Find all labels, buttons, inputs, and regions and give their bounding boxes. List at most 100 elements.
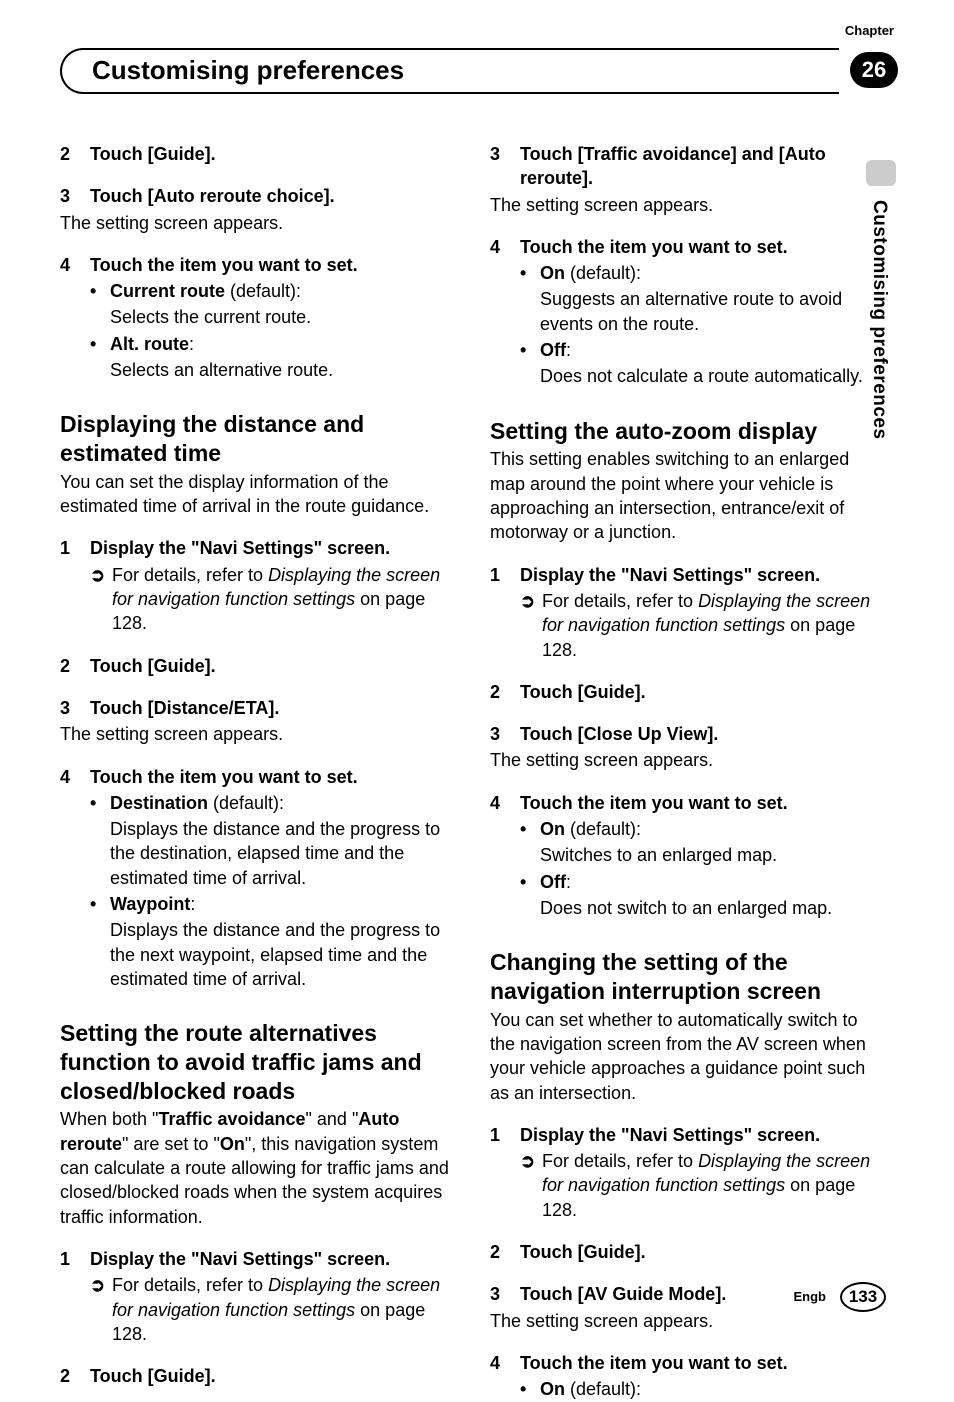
bullet-suffix: (default):	[565, 819, 641, 839]
step: 1 Display the "Navi Settings" screen.	[60, 536, 450, 560]
bullet-item: • Off:	[520, 338, 880, 362]
step-text: Display the "Navi Settings" screen.	[520, 1123, 820, 1147]
section-intro: This setting enables switching to an enl…	[490, 447, 880, 544]
reference-item: ➲ For details, refer to Displaying the s…	[90, 563, 450, 636]
bullet-desc: Suggests an alternative route to avoid e…	[540, 287, 880, 336]
bullet-icon: •	[520, 261, 530, 285]
step: 2 Touch [Guide].	[490, 680, 880, 704]
bullet-icon: •	[90, 332, 100, 356]
page-header: Chapter 26 Customising preferences	[0, 0, 954, 20]
step-number: 2	[60, 654, 74, 678]
bullet-item: • Alt. route:	[90, 332, 450, 356]
reference-text: For details, refer to Displaying the scr…	[112, 563, 450, 636]
step: 2 Touch [Guide].	[490, 1240, 880, 1264]
step-text: Touch [AV Guide Mode].	[520, 1282, 726, 1306]
section-heading: Changing the setting of the navigation i…	[490, 948, 880, 1006]
bullet-label: Off	[540, 340, 566, 360]
reference-icon: ➲	[520, 1149, 534, 1222]
step-text: Touch [Guide].	[90, 654, 216, 678]
step: 4 Touch the item you want to set.	[490, 235, 880, 259]
reference-item: ➲ For details, refer to Displaying the s…	[520, 589, 880, 662]
step-text: Display the "Navi Settings" screen.	[520, 563, 820, 587]
bullet-desc: Selects an alternative route.	[110, 358, 450, 382]
step: 3 Touch [Traffic avoidance] and [Auto re…	[490, 142, 880, 191]
step-number: 4	[490, 791, 504, 815]
step-note: The setting screen appears.	[60, 211, 450, 235]
page-footer: Engb 133	[794, 1282, 887, 1312]
reference-text: For details, refer to Displaying the scr…	[112, 1273, 450, 1346]
step: 3 Touch [Distance/ETA].	[60, 696, 450, 720]
section-heading: Setting the auto-zoom display	[490, 417, 880, 446]
reference-item: ➲ For details, refer to Displaying the s…	[90, 1273, 450, 1346]
chapter-label: Chapter	[845, 22, 894, 40]
reference-icon: ➲	[90, 1273, 104, 1346]
step-text: Touch [Guide].	[90, 142, 216, 166]
title-bar: Customising preferences	[60, 48, 839, 94]
bullet-item: • On (default):	[520, 1377, 880, 1401]
step: 3 Touch [Auto reroute choice].	[60, 184, 450, 208]
bullet-desc: Switches to an enlarged map.	[540, 843, 880, 867]
reference-icon: ➲	[520, 589, 534, 662]
section-intro: You can set the display information of t…	[60, 470, 450, 519]
step: 1 Display the "Navi Settings" screen.	[490, 563, 880, 587]
step-number: 2	[490, 680, 504, 704]
page-title: Customising preferences	[92, 53, 404, 88]
bullet-suffix: (default):	[565, 1379, 641, 1399]
step-text: Touch [Guide].	[520, 1240, 646, 1264]
step-number: 2	[60, 1364, 74, 1388]
step: 2 Touch [Guide].	[60, 654, 450, 678]
bullet-suffix: :	[190, 894, 195, 914]
step-text: Touch [Auto reroute choice].	[90, 184, 335, 208]
step-number: 1	[490, 563, 504, 587]
step-text: Touch the item you want to set.	[90, 765, 358, 789]
left-column: 2 Touch [Guide]. 3 Touch [Auto reroute c…	[60, 124, 450, 1402]
step: 1 Display the "Navi Settings" screen.	[490, 1123, 880, 1147]
step-text: Touch [Traffic avoidance] and [Auto rero…	[520, 142, 880, 191]
page-number: 133	[840, 1282, 886, 1312]
step-text: Touch [Guide].	[520, 680, 646, 704]
step-number: 4	[490, 1351, 504, 1375]
bullet-suffix: :	[566, 872, 571, 892]
step-number: 1	[490, 1123, 504, 1147]
bullet-label: Current route	[110, 281, 225, 301]
step-number: 3	[60, 184, 74, 208]
step: 1 Display the "Navi Settings" screen.	[60, 1247, 450, 1271]
bullet-suffix: (default):	[225, 281, 301, 301]
step-text: Touch the item you want to set.	[520, 235, 788, 259]
bullet-suffix: :	[189, 334, 194, 354]
bullet-desc: Selects the current route.	[110, 305, 450, 329]
bullet-item: • Current route (default):	[90, 279, 450, 303]
bullet-label: On	[540, 1379, 565, 1399]
bullet-item: • Off:	[520, 870, 880, 894]
content-columns: 2 Touch [Guide]. 3 Touch [Auto reroute c…	[60, 124, 880, 1402]
section-heading: Displaying the distance and estimated ti…	[60, 410, 450, 468]
footer-lang: Engb	[794, 1288, 827, 1306]
step-number: 3	[490, 1282, 504, 1306]
bullet-icon: •	[520, 870, 530, 894]
bullet-icon: •	[90, 279, 100, 303]
bullet-icon: •	[90, 892, 100, 916]
step-number: 4	[60, 765, 74, 789]
step: 2 Touch [Guide].	[60, 1364, 450, 1388]
bullet-label: Destination	[110, 793, 208, 813]
step-number: 2	[490, 1240, 504, 1264]
bullet-desc: Does not calculate a route automatically…	[540, 364, 880, 388]
bullet-item: • Destination (default):	[90, 791, 450, 815]
step: 2 Touch [Guide].	[60, 142, 450, 166]
step-text: Touch [Distance/ETA].	[90, 696, 279, 720]
bullet-label: On	[540, 263, 565, 283]
step: 3 Touch [Close Up View].	[490, 722, 880, 746]
bullet-label: Off	[540, 872, 566, 892]
bullet-icon: •	[520, 1377, 530, 1401]
step-text: Touch the item you want to set.	[520, 1351, 788, 1375]
step-note: The setting screen appears.	[490, 748, 880, 772]
step-text: Display the "Navi Settings" screen.	[90, 536, 390, 560]
step-text: Display the "Navi Settings" screen.	[90, 1247, 390, 1271]
step-text: Touch [Guide].	[90, 1364, 216, 1388]
step-number: 3	[60, 696, 74, 720]
step: 4 Touch the item you want to set.	[60, 765, 450, 789]
bullet-desc: Displays the distance and the progress t…	[110, 817, 450, 890]
bullet-desc: Displays the distance and the progress t…	[110, 918, 450, 991]
step: 4 Touch the item you want to set.	[490, 791, 880, 815]
step-number: 2	[60, 142, 74, 166]
